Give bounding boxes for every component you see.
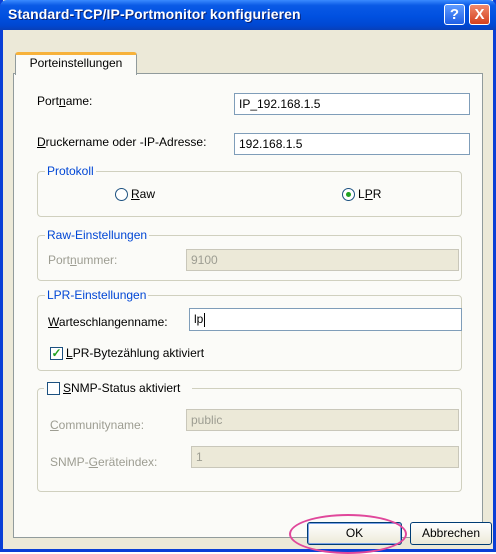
- snmp-status-label[interactable]: SNMP-Status aktiviert: [63, 381, 180, 395]
- lpr-byte-counting-checkbox[interactable]: ✓: [50, 347, 63, 360]
- title-bar[interactable]: Standard-TCP/IP-Portmonitor konfiguriere…: [0, 0, 496, 30]
- printer-address-label: Druckername oder -IP-Adresse:: [37, 135, 207, 149]
- highlight-circle: [289, 514, 407, 554]
- raw-settings-legend: Raw-Einstellungen: [45, 228, 150, 242]
- queue-name-input[interactable]: lp: [189, 308, 462, 331]
- queue-name-label: Warteschlangenname:: [48, 315, 168, 329]
- raw-radio-label[interactable]: Raw: [131, 187, 155, 201]
- snmp-status-checkbox[interactable]: [47, 382, 60, 395]
- printer-address-input[interactable]: 192.168.1.5: [234, 133, 470, 155]
- lpr-radio-label[interactable]: LPR: [358, 187, 381, 201]
- window-title: Standard-TCP/IP-Portmonitor konfiguriere…: [8, 6, 301, 22]
- snmp-device-index-label: SNMP-Geräteindex:: [50, 455, 158, 469]
- tab-porteinstellungen[interactable]: Porteinstellungen: [15, 52, 137, 75]
- help-button[interactable]: ?: [444, 4, 465, 25]
- lpr-settings-legend: LPR-Einstellungen: [45, 288, 149, 302]
- lpr-byte-counting-label[interactable]: LPR-Bytezählung aktiviert: [66, 346, 204, 360]
- close-button[interactable]: X: [469, 4, 490, 25]
- text-cursor: [204, 312, 206, 327]
- lpr-radio[interactable]: [342, 188, 355, 201]
- snmp-group: [37, 388, 462, 492]
- cancel-button[interactable]: Abbrechen: [410, 522, 492, 545]
- snmp-device-index-input[interactable]: 1: [191, 446, 459, 468]
- port-number-input[interactable]: 9100: [186, 249, 459, 271]
- tab-label: Porteinstellungen: [29, 56, 123, 70]
- protocol-legend: Protokoll: [45, 164, 96, 178]
- raw-radio[interactable]: [115, 188, 128, 201]
- port-name-label: Portname:: [37, 94, 93, 108]
- port-name-input[interactable]: IP_192.168.1.5: [234, 93, 470, 115]
- community-name-label: Communityname:: [50, 418, 145, 432]
- community-name-input[interactable]: public: [186, 409, 459, 431]
- port-number-label: Portnummer:: [48, 253, 118, 267]
- protocol-group: [37, 171, 462, 217]
